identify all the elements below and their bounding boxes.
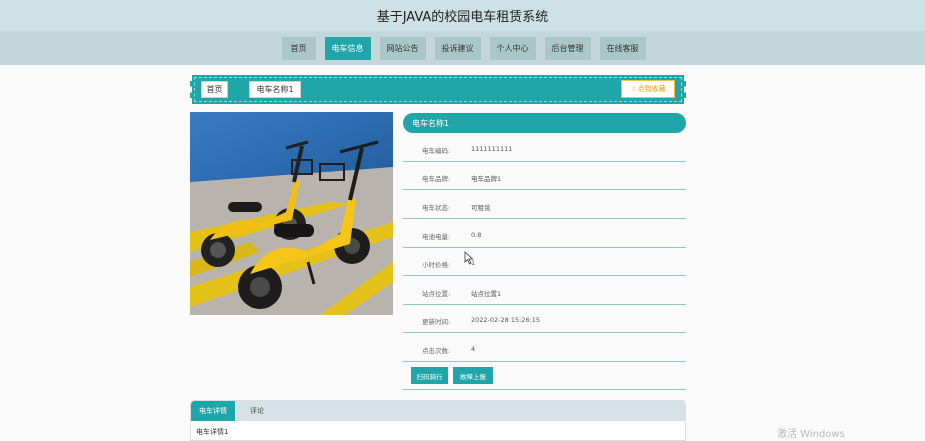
nav-item-ebike-info[interactable]: 电车信息 bbox=[324, 36, 371, 60]
windows-activation-watermark: 激活 Windows bbox=[777, 429, 845, 440]
detail-value: 电车品牌1 bbox=[471, 175, 502, 183]
detail-key: 电车品牌: bbox=[422, 175, 451, 183]
detail-row-brand: 电车品牌: 电车品牌1 bbox=[403, 162, 686, 190]
detail-value: 站点位置1 bbox=[471, 290, 502, 298]
tab-content: 电车详情1 bbox=[196, 428, 229, 436]
nav-item-complaints[interactable]: 投诉建议 bbox=[434, 36, 481, 60]
breadcrumb-home[interactable]: 首页 bbox=[201, 81, 228, 98]
favorite-button[interactable]: ☆ 点我收藏 bbox=[621, 80, 675, 98]
tab-comments[interactable]: 评论 bbox=[244, 401, 270, 421]
nav-item-announcements[interactable]: 网站公告 bbox=[379, 36, 426, 60]
nav-item-home[interactable]: 首页 bbox=[281, 36, 316, 60]
nav-item-online-service[interactable]: 在线客服 bbox=[599, 36, 646, 60]
ebike-photo bbox=[190, 112, 393, 315]
ebike-image bbox=[190, 112, 393, 315]
ebike-name-heading: 电车名称1 bbox=[403, 113, 686, 133]
detail-row-battery: 电池电量: 0.8 bbox=[403, 220, 686, 248]
detail-key: 电池电量: bbox=[422, 233, 451, 241]
nav-item-admin[interactable]: 后台管理 bbox=[544, 36, 591, 60]
action-bar: 扫码骑行 故障上报 bbox=[403, 362, 686, 390]
detail-row-hourly-price: 小时价格: 1 bbox=[403, 248, 686, 276]
detail-tabs: 电车详情 评论 电车详情1 bbox=[190, 400, 686, 441]
detail-key: 电车编码: bbox=[422, 147, 451, 155]
breadcrumb-current: 电车名称1 bbox=[249, 81, 301, 98]
tabs-header: 电车详情 评论 bbox=[191, 401, 685, 421]
detail-key: 电车状态: bbox=[422, 204, 451, 212]
favorite-label: 点我收藏 bbox=[637, 85, 666, 93]
mouse-cursor-icon bbox=[464, 251, 474, 265]
detail-row-clicks: 点击次数: 4 bbox=[403, 334, 686, 362]
detail-key: 点击次数: bbox=[422, 347, 451, 355]
main-nav: 首页 电车信息 网站公告 投诉建议 个人中心 后台管理 在线客服 bbox=[0, 31, 925, 65]
detail-value: 4 bbox=[471, 345, 476, 353]
nav-item-personal-center[interactable]: 个人中心 bbox=[489, 36, 536, 60]
detail-value: 可租赁 bbox=[471, 204, 491, 212]
scan-ride-button[interactable]: 扫码骑行 bbox=[411, 367, 448, 384]
detail-row-updated-time: 更新时间: 2022-02-28 15:26:15 bbox=[403, 305, 686, 333]
detail-value: 2022-02-28 15:26:15 bbox=[471, 316, 541, 324]
detail-value: 1111111111 bbox=[471, 145, 513, 153]
detail-row-station: 站点位置: 站点位置1 bbox=[403, 277, 686, 305]
report-fault-button[interactable]: 故障上报 bbox=[453, 367, 493, 384]
tab-ebike-details[interactable]: 电车详情 bbox=[191, 401, 235, 421]
detail-key: 小时价格: bbox=[422, 261, 451, 269]
detail-row-code: 电车编码: 1111111111 bbox=[403, 134, 686, 162]
detail-key: 更新时间: bbox=[422, 318, 451, 326]
star-icon: ☆ bbox=[630, 85, 637, 93]
detail-key: 站点位置: bbox=[422, 290, 451, 298]
breadcrumb: 首页 电车名称1 ☆ 点我收藏 bbox=[190, 75, 686, 104]
site-title-bar: 基于JAVA的校园电车租赁系统 bbox=[0, 0, 925, 31]
detail-value: 0.8 bbox=[471, 231, 482, 239]
site-title: 基于JAVA的校园电车租赁系统 bbox=[376, 10, 549, 25]
detail-row-status: 电车状态: 可租赁 bbox=[403, 191, 686, 219]
